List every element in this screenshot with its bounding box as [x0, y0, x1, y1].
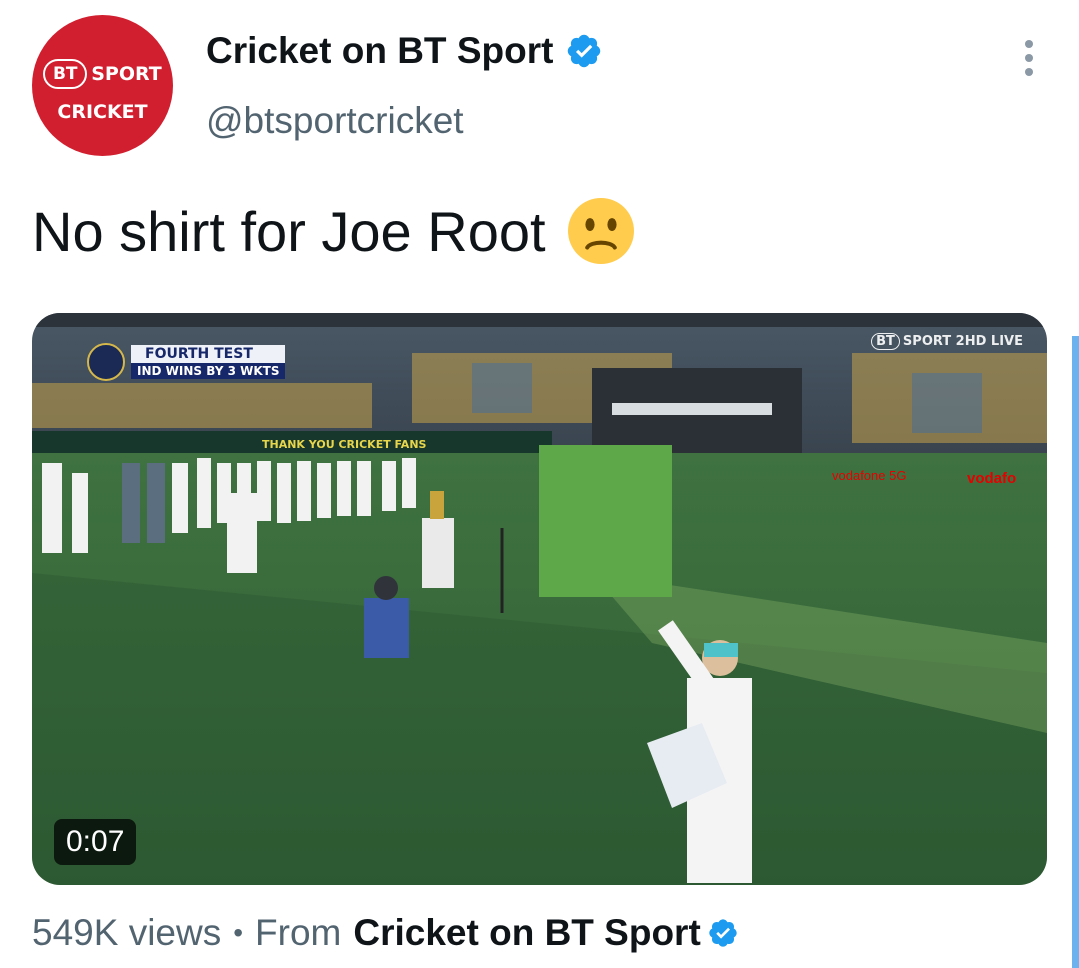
meta-separator: •	[233, 917, 244, 948]
team-crest-icon	[87, 343, 125, 381]
video-frame: vodafone 5G vodafo THANK YOU CRICKET FAN…	[32, 313, 1047, 885]
tweet-text-row: No shirt for Joe Root	[32, 198, 634, 264]
avatar-top-row: BT SPORT	[32, 59, 173, 89]
video-player[interactable]: vodafone 5G vodafo THANK YOU CRICKET FAN…	[32, 313, 1047, 885]
verified-badge-icon	[709, 919, 737, 947]
avatar[interactable]: BT SPORT CRICKET	[32, 15, 173, 156]
avatar-bt-mark: BT	[43, 59, 88, 89]
overlay-title: FOURTH TEST	[131, 345, 286, 363]
more-dot	[1025, 40, 1033, 48]
verified-badge-icon	[568, 34, 601, 68]
more-dot	[1025, 68, 1033, 76]
more-vertical-icon[interactable]	[1019, 40, 1039, 76]
tweet-meta: 549K views • From Cricket on BT Sport	[32, 912, 739, 954]
ad-text-1: vodafone 5G	[832, 468, 906, 483]
author-name-row[interactable]: Cricket on BT Sport	[206, 30, 603, 72]
ad-text-2: vodafo	[967, 470, 1016, 487]
avatar-sport-text: SPORT	[91, 63, 162, 85]
broadcaster-watermark: BT SPORT 2HD LIVE	[871, 333, 1023, 350]
view-count: 549K views	[32, 912, 222, 953]
more-dot	[1025, 54, 1033, 62]
watermark-bt: BT	[871, 333, 900, 350]
from-author-link[interactable]: Cricket on BT Sport	[353, 912, 700, 954]
from-label: From	[255, 912, 342, 953]
tweet-text: No shirt for Joe Root	[32, 199, 546, 263]
scroll-indicator[interactable]	[1072, 336, 1079, 968]
tweet: BT SPORT CRICKET Cricket on BT Sport @bt…	[0, 0, 1079, 968]
video-duration: 0:07	[54, 819, 137, 865]
score-overlay: FOURTH TEST IND WINS BY 3 WKTS	[87, 343, 286, 381]
overlay-subtitle: IND WINS BY 3 WKTS	[131, 363, 286, 379]
slightly-frowning-face-icon	[567, 198, 634, 264]
watermark-text: SPORT 2HD LIVE	[902, 334, 1023, 349]
author-handle[interactable]: @btsportcricket	[206, 100, 464, 142]
banner-text: THANK YOU CRICKET FANS	[262, 438, 427, 451]
score-overlay-text: FOURTH TEST IND WINS BY 3 WKTS	[131, 345, 286, 379]
author-display-name[interactable]: Cricket on BT Sport	[206, 30, 553, 72]
avatar-cricket-text: CRICKET	[57, 101, 148, 123]
